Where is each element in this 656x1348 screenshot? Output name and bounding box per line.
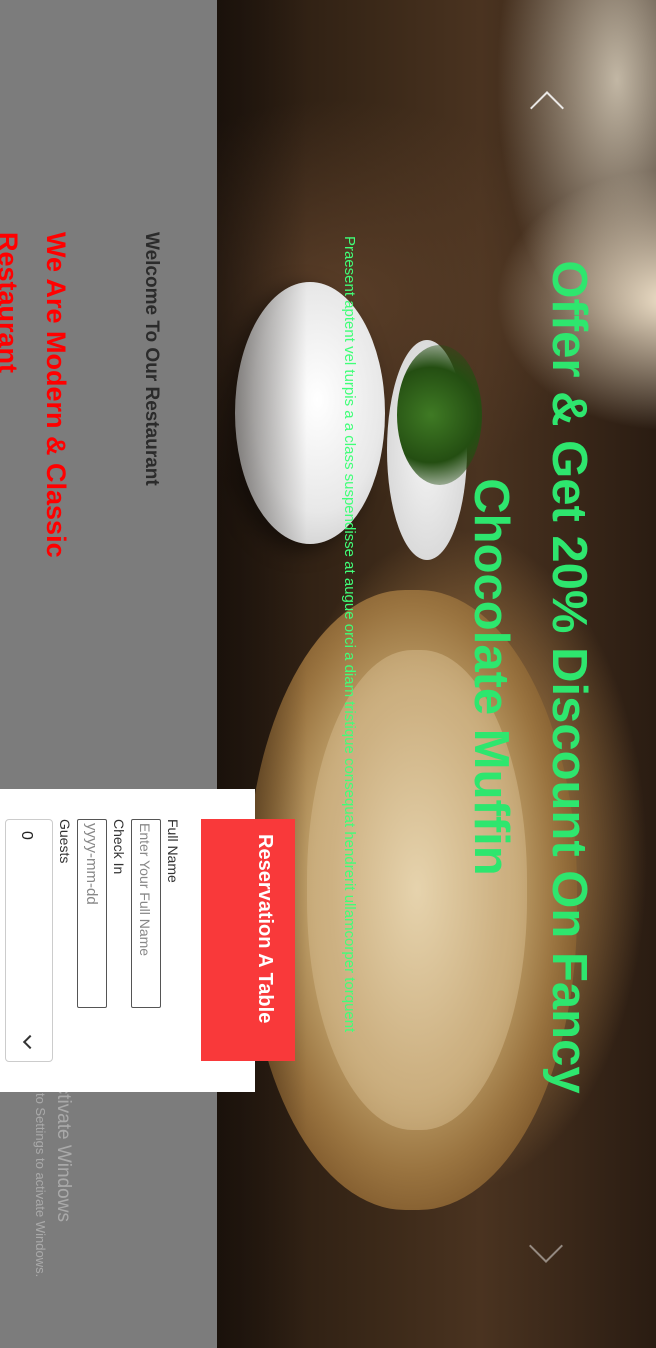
hero-headline: Offer & Get 20% Discount On Fancy Chocol… xyxy=(464,260,596,1094)
hero-subtext: Praesent aptent vel turpis a a class sus… xyxy=(341,236,358,1033)
guests-select[interactable] xyxy=(5,819,53,1062)
guests-value: 0 xyxy=(18,831,35,840)
activate-windows-subtitle: Go to Settings to activate Windows. xyxy=(33,1072,48,1278)
check-in-label: Check In xyxy=(111,819,127,875)
reservation-form: Reservation A Table Full Name Enter Your… xyxy=(0,789,295,1092)
activate-windows-title: Activate Windows xyxy=(53,1072,74,1222)
guests-label: Guests xyxy=(57,819,73,864)
reservation-title: Reservation A Table xyxy=(254,834,276,1024)
full-name-label: Full Name xyxy=(165,819,181,883)
restaurant-tagline: We Are Modern & Classic Restaurant xyxy=(0,232,71,558)
welcome-text: Welcome To Our Restaurant xyxy=(141,232,162,486)
reservation-banner xyxy=(201,819,295,1061)
check-in-placeholder: yyyy-mm-dd xyxy=(83,823,100,905)
photo-shadow xyxy=(217,0,307,1348)
full-name-placeholder: Enter Your Full Name xyxy=(137,823,153,957)
